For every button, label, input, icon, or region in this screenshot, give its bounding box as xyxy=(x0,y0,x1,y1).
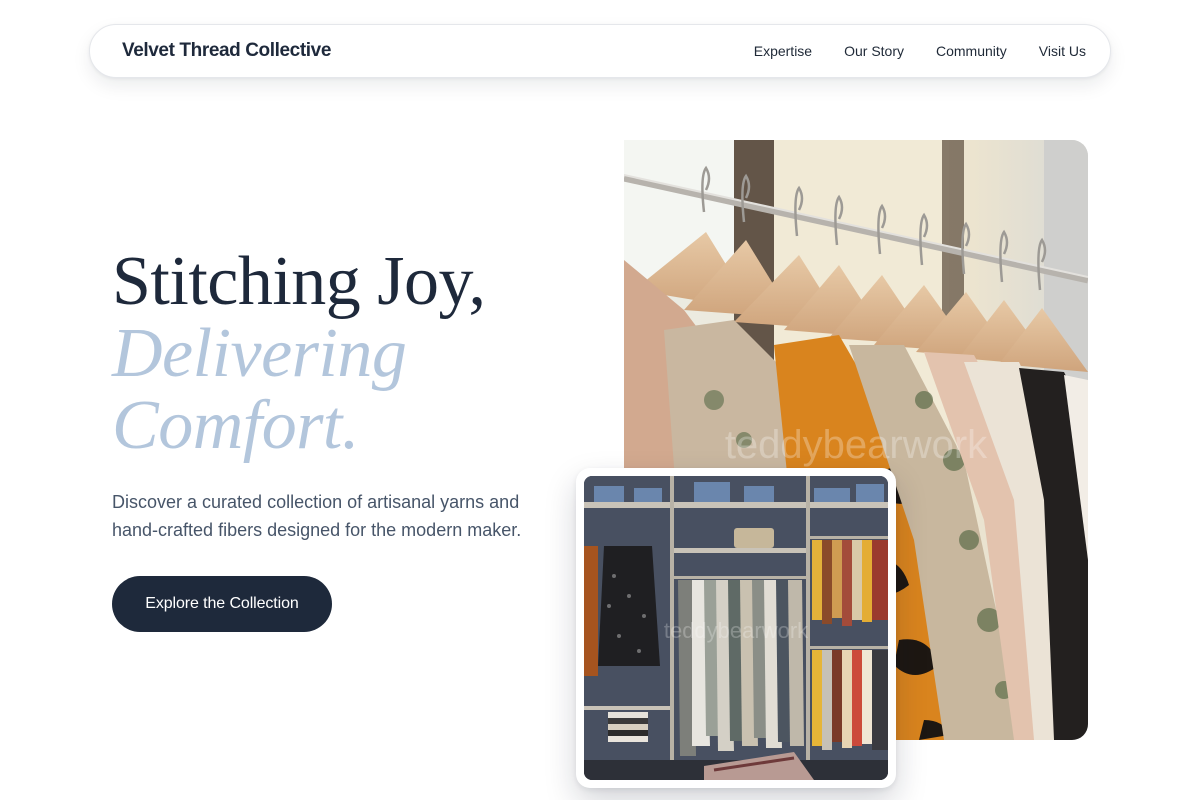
hero-heading-line3: Comfort. xyxy=(112,387,359,464)
nav-links: Expertise Our Story Community Visit Us xyxy=(754,43,1086,59)
nav-link-our-story[interactable]: Our Story xyxy=(844,43,904,59)
svg-text:teddybearwork: teddybearwork xyxy=(725,423,988,467)
hero-heading: Stitching Joy, Delivering Comfort. xyxy=(112,246,486,462)
brand-logo[interactable]: Velvet Thread Collective xyxy=(122,40,331,62)
explore-collection-button[interactable]: Explore the Collection xyxy=(112,576,332,632)
svg-text:teddybearwork: teddybearwork xyxy=(664,618,809,643)
hero-image-boutique-card: teddybearwork xyxy=(576,468,896,788)
nav-link-visit-us[interactable]: Visit Us xyxy=(1039,43,1086,59)
hero-subtitle: Discover a curated collection of artisan… xyxy=(112,492,522,540)
top-navbar: Velvet Thread Collective Expertise Our S… xyxy=(89,24,1111,78)
hero-heading-line2: Delivering xyxy=(112,315,407,392)
nav-link-expertise[interactable]: Expertise xyxy=(754,43,812,59)
hero-heading-line1: Stitching Joy, xyxy=(112,243,486,320)
nav-link-community[interactable]: Community xyxy=(936,43,1007,59)
